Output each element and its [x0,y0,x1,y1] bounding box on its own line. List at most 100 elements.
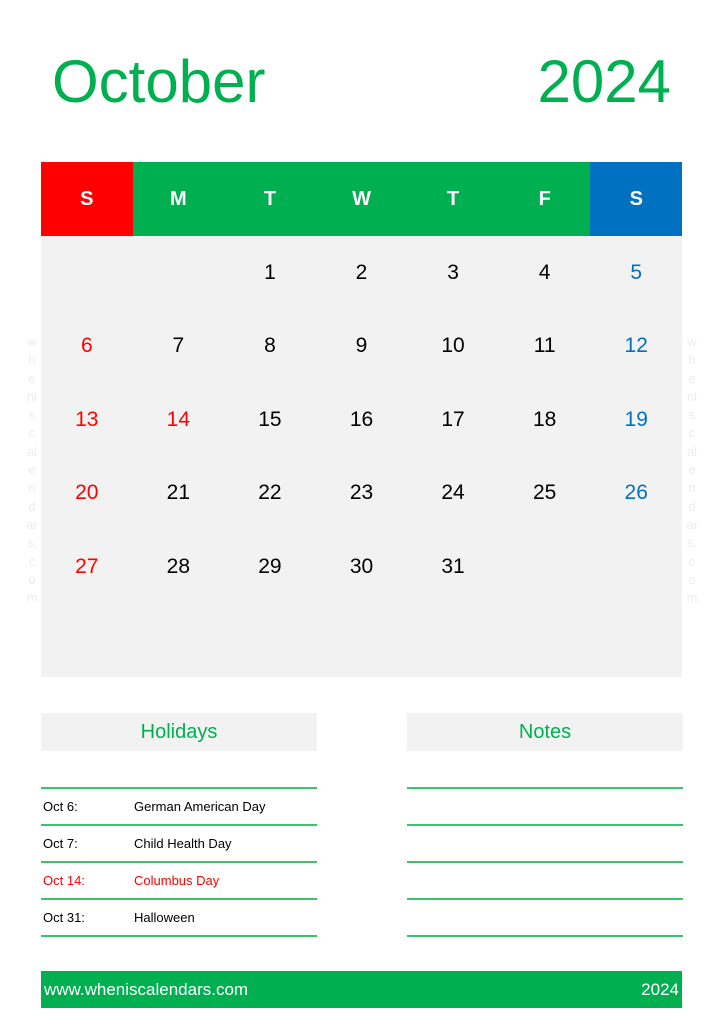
watermark-char: s. [686,535,698,551]
day-cell: 4 [538,260,551,284]
day-cell: 22 [258,481,282,505]
empty-day-cell [41,236,133,310]
footer-bar: www.wheniscalendars.com 2024 [41,971,682,1008]
holidays-title: Holidays [41,713,317,751]
day-cell: 14 [166,407,191,431]
day-cell: 5 [630,260,643,284]
day-cell: 15 [258,407,282,431]
weekday-header: S M T W T F S [41,162,683,236]
note-line[interactable] [407,789,683,826]
day-cell: 13 [75,407,99,431]
day-cell: 17 [441,407,465,431]
watermark-char: e [28,370,36,386]
day-cell: 9 [355,334,368,358]
holiday-date: Oct 6: [43,799,78,814]
empty-day-cell [316,604,408,678]
empty-day-cell [590,604,682,678]
watermark-char: ar [26,516,38,532]
watermark-char: al [686,443,698,459]
day-cell: 24 [441,481,465,505]
holiday-name: Halloween [134,910,195,925]
notes-panel: Notes [407,713,683,937]
holidays-list: Oct 6: German American Day Oct 7: Child Hea… [41,787,317,937]
empty-day-cell [133,236,225,310]
day-cell: 11 [533,334,556,358]
watermark-char: ni [26,388,38,404]
footer-url[interactable]: www.wheniscalendars.com [41,980,248,1000]
day-cell: 28 [166,554,191,578]
watermark-char: d [28,498,36,514]
watermark-char: w [687,334,697,349]
empty-day-cell [499,604,591,678]
day-cell: 23 [349,481,374,505]
empty-day-cell [224,604,316,678]
day-cell: 3 [447,260,459,284]
month-title: October [52,48,266,115]
watermark-char: m [686,590,698,606]
watermark-char: e [688,370,696,386]
holiday-name: Columbus Day [134,873,220,888]
holiday-row: Oct 7: Child Health Day [41,826,317,863]
calendar-grid: S M T W T F S 1 2 3 4 5 6 7 8 9 10 11 12 13 14 15 16 17 1… [41,162,683,678]
day-cell: 10 [441,334,465,358]
day-cell: 18 [532,407,557,431]
weekday-tuesday: T [224,162,316,236]
watermark-char: c [28,425,36,441]
watermark-char: s [28,407,36,423]
note-line[interactable] [407,900,683,937]
empty-day-cell [499,530,591,604]
weekday-friday: F [498,162,591,236]
day-cell: 27 [75,554,99,578]
watermark-char: ni [686,388,698,404]
day-cell: 7 [172,334,185,358]
day-cell: 29 [258,554,282,578]
weekday-saturday: S [590,162,683,236]
watermark-char: s [688,407,696,423]
watermark-char: n [688,480,696,496]
year-title: 2024 [537,48,671,115]
holiday-date: Oct 14: [43,873,85,888]
watermark-char: n [28,480,36,496]
note-line[interactable] [407,863,683,900]
holiday-row: Oct 31: Halloween [41,900,317,937]
watermark-char: c [688,553,696,569]
watermark-char: ar [686,516,698,532]
note-line[interactable] [407,826,683,863]
weekday-sunday: S [41,162,133,236]
holiday-row: Oct 14: Columbus Day [41,863,317,900]
holiday-row: Oct 6: German American Day [41,789,317,826]
watermark-right: w h e ni s c al e n d ar s. c o m [682,333,702,607]
day-cell: 21 [166,481,191,505]
watermark-char: s. [26,535,38,551]
day-cell: 12 [624,334,648,358]
notes-lines [407,787,683,937]
watermark-char: e [28,462,36,478]
holiday-date: Oct 31: [43,910,85,925]
empty-day-cell [590,530,682,604]
notes-title: Notes [407,713,683,751]
day-cell: 1 [264,260,276,284]
weekday-wednesday: W [315,162,408,236]
day-cell: 26 [624,481,648,505]
day-cell: 19 [624,407,648,431]
day-cell: 8 [264,334,276,358]
watermark-char: m [26,590,38,606]
watermark-char: e [688,462,696,478]
day-cell: 30 [349,554,374,578]
weekday-monday: M [132,162,225,236]
day-cell: 6 [80,334,93,358]
watermark-char: o [688,571,696,587]
watermark-char: o [28,571,36,587]
day-cell: 16 [349,407,374,431]
holiday-name: Child Health Day [134,836,232,851]
watermark-char: al [26,443,38,459]
day-cell: 2 [355,260,368,284]
holiday-date: Oct 7: [43,836,78,851]
holidays-panel: Holidays Oct 6: German American Day Oct 7:… [41,713,317,937]
weekday-thursday: T [407,162,499,236]
watermark-char: d [688,498,696,514]
watermark-char: h [28,352,36,368]
watermark-left: w h e ni s c al e n d ar s. c o m [22,333,42,607]
watermark-char: h [688,352,696,368]
empty-day-cell [407,604,499,678]
